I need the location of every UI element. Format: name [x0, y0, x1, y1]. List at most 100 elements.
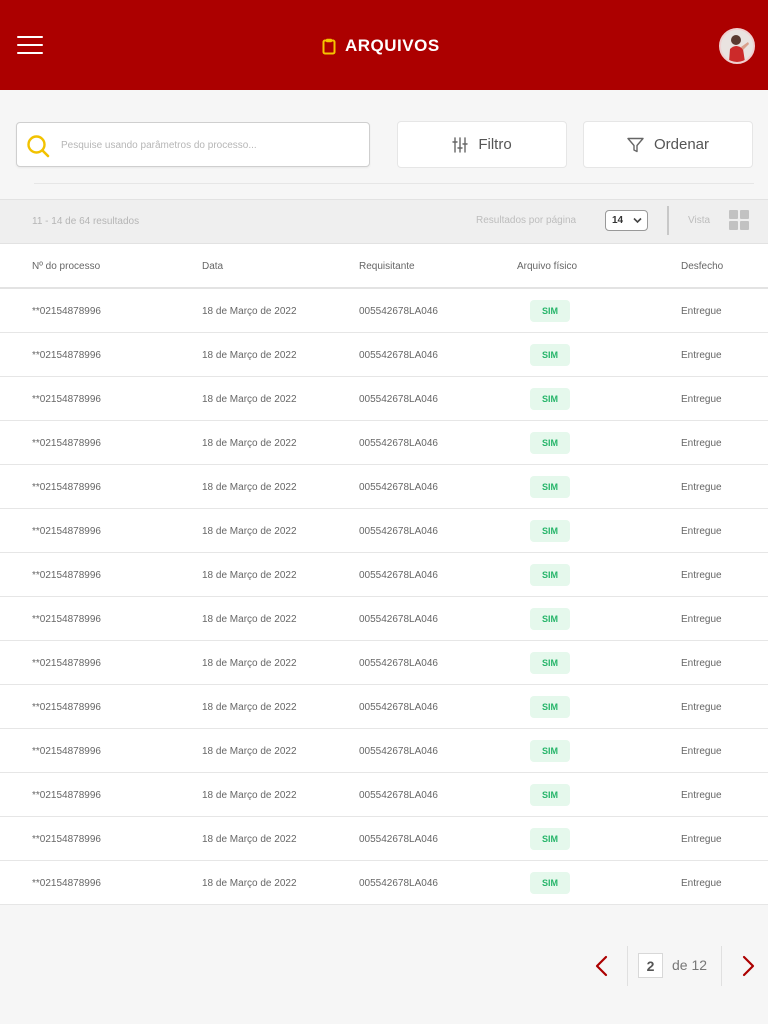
table-row[interactable]: **02154878996 18 de Março de 2022 00554267… [0, 377, 768, 421]
status-badge: SIM [530, 388, 570, 410]
cell-requisitante: 005542678LA046 [359, 614, 438, 625]
filter-button[interactable]: Filtro [397, 121, 567, 168]
cell-desfecho: Entregue [681, 482, 722, 493]
cell-desfecho: Entregue [681, 790, 722, 801]
cell-data: 18 de Março de 2022 [202, 570, 297, 581]
current-page-input[interactable]: 2 [638, 953, 663, 978]
pager-divider [627, 946, 628, 986]
status-badge: SIM [530, 828, 570, 850]
vertical-divider [667, 206, 669, 235]
chevron-down-icon [633, 217, 642, 224]
pager-divider [721, 946, 722, 986]
chevron-right-icon [742, 955, 755, 977]
hamburger-menu-icon[interactable] [17, 35, 43, 55]
cell-data: 18 de Março de 2022 [202, 790, 297, 801]
column-header-arquivo[interactable]: Arquivo físico [517, 261, 577, 272]
previous-page-button[interactable] [592, 954, 612, 978]
cell-requisitante: 005542678LA046 [359, 306, 438, 317]
cell-data: 18 de Março de 2022 [202, 702, 297, 713]
table-row[interactable]: **02154878996 18 de Março de 2022 00554267… [0, 333, 768, 377]
status-badge: SIM [530, 344, 570, 366]
cell-processo: **02154878996 [32, 350, 101, 361]
cell-desfecho: Entregue [681, 658, 722, 669]
cell-requisitante: 005542678LA046 [359, 526, 438, 537]
status-badge: SIM [530, 300, 570, 322]
page-total-text: de 12 [672, 957, 708, 973]
table-body: **02154878996 18 de Março de 2022 00554267… [0, 289, 768, 905]
status-badge: SIM [530, 872, 570, 894]
table-row[interactable]: **02154878996 18 de Março de 2022 00554267… [0, 817, 768, 861]
cell-requisitante: 005542678LA046 [359, 834, 438, 845]
table-row[interactable]: **02154878996 18 de Março de 2022 00554267… [0, 597, 768, 641]
table-row[interactable]: **02154878996 18 de Março de 2022 00554267… [0, 861, 768, 905]
cell-processo: **02154878996 [32, 702, 101, 713]
status-badge: SIM [530, 784, 570, 806]
cell-processo: **02154878996 [32, 790, 101, 801]
cell-data: 18 de Março de 2022 [202, 482, 297, 493]
user-avatar[interactable] [719, 28, 755, 64]
per-page-select[interactable]: 14 [605, 210, 648, 231]
cell-processo: **02154878996 [32, 614, 101, 625]
cell-data: 18 de Março de 2022 [202, 658, 297, 669]
cell-data: 18 de Março de 2022 [202, 526, 297, 537]
table-row[interactable]: **02154878996 18 de Março de 2022 00554267… [0, 421, 768, 465]
cell-processo: **02154878996 [32, 878, 101, 889]
search-icon [27, 135, 50, 158]
page-title: ARQUIVOS [322, 36, 440, 56]
cell-requisitante: 005542678LA046 [359, 790, 438, 801]
next-page-button[interactable] [738, 954, 758, 978]
status-badge: SIM [530, 432, 570, 454]
status-badge: SIM [530, 652, 570, 674]
table-row[interactable]: **02154878996 18 de Março de 2022 00554267… [0, 465, 768, 509]
cell-processo: **02154878996 [32, 658, 101, 669]
column-header-processo[interactable]: Nº do processo [32, 261, 100, 272]
table-row[interactable]: **02154878996 18 de Março de 2022 00554267… [0, 729, 768, 773]
cell-data: 18 de Março de 2022 [202, 746, 297, 757]
cell-processo: **02154878996 [32, 306, 101, 317]
status-badge: SIM [530, 564, 570, 586]
table-row[interactable]: **02154878996 18 de Março de 2022 00554267… [0, 289, 768, 333]
search-input[interactable] [61, 133, 357, 157]
status-badge: SIM [530, 740, 570, 762]
app-header: ARQUIVOS [0, 0, 768, 90]
cell-desfecho: Entregue [681, 394, 722, 405]
table-row[interactable]: **02154878996 18 de Março de 2022 00554267… [0, 685, 768, 729]
cell-data: 18 de Março de 2022 [202, 394, 297, 405]
cell-desfecho: Entregue [681, 438, 722, 449]
table-row[interactable]: **02154878996 18 de Março de 2022 00554267… [0, 641, 768, 685]
cell-requisitante: 005542678LA046 [359, 482, 438, 493]
funnel-icon [627, 137, 644, 152]
order-button[interactable]: Ordenar [583, 121, 753, 168]
order-button-label: Ordenar [653, 136, 710, 153]
table-row[interactable]: **02154878996 18 de Março de 2022 00554267… [0, 509, 768, 553]
results-bar: 11 - 14 de 64 resultados Resultados por … [0, 199, 768, 244]
per-page-label: Resultados por página [476, 215, 577, 226]
cell-data: 18 de Março de 2022 [202, 878, 297, 889]
cell-requisitante: 005542678LA046 [359, 878, 438, 889]
cell-requisitante: 005542678LA046 [359, 438, 438, 449]
cell-requisitante: 005542678LA046 [359, 746, 438, 757]
cell-processo: **02154878996 [32, 438, 101, 449]
cell-processo: **02154878996 [32, 834, 101, 845]
sliders-icon [452, 136, 469, 153]
cell-processo: **02154878996 [32, 482, 101, 493]
column-header-desfecho[interactable]: Desfecho [681, 261, 723, 272]
cell-desfecho: Entregue [681, 746, 722, 757]
cell-processo: **02154878996 [32, 394, 101, 405]
status-badge: SIM [530, 520, 570, 542]
table-row[interactable]: **02154878996 18 de Março de 2022 00554267… [0, 553, 768, 597]
grid-view-icon[interactable] [729, 210, 750, 231]
cell-requisitante: 005542678LA046 [359, 702, 438, 713]
cell-data: 18 de Março de 2022 [202, 438, 297, 449]
clipboard-icon [322, 38, 336, 54]
cell-desfecho: Entregue [681, 306, 722, 317]
column-header-data[interactable]: Data [202, 261, 223, 272]
cell-desfecho: Entregue [681, 834, 722, 845]
page-title-text: ARQUIVOS [345, 36, 440, 55]
column-header-requisitante[interactable]: Requisitante [359, 261, 415, 272]
table-row[interactable]: **02154878996 18 de Março de 2022 00554267… [0, 773, 768, 817]
chevron-left-icon [595, 955, 608, 977]
cell-desfecho: Entregue [681, 614, 722, 625]
search-field[interactable] [16, 122, 370, 167]
cell-desfecho: Entregue [681, 702, 722, 713]
